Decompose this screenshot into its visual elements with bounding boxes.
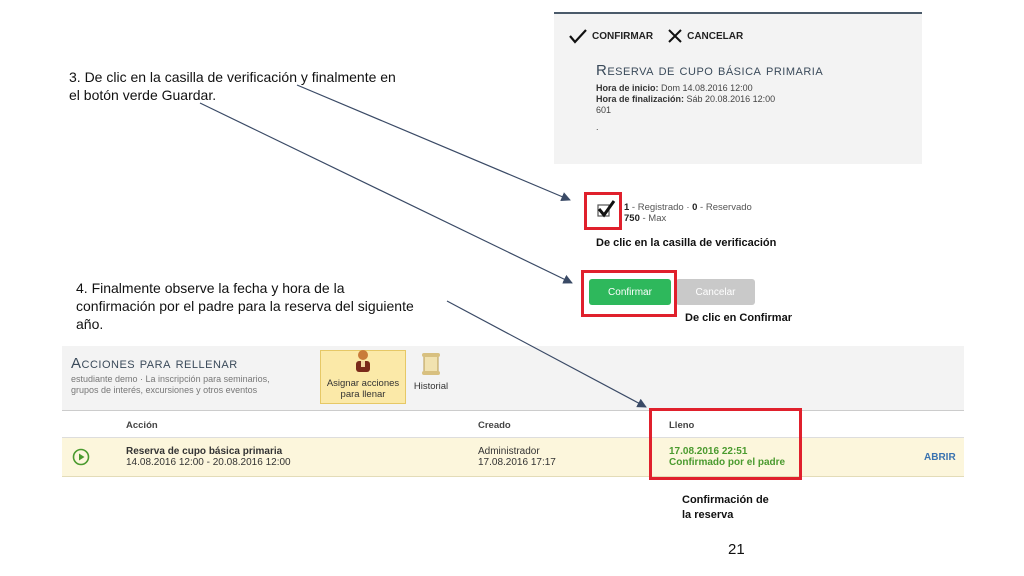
assign-actions-button[interactable]: Asignar acciones para llenar — [320, 350, 406, 404]
table-row[interactable]: Reserva de cupo básica primaria 14.08.20… — [62, 438, 964, 477]
max-count: 750 — [624, 213, 640, 224]
step-4-instruction: 4. Finalmente observe la fecha y hora de… — [76, 279, 414, 333]
reserved-label: - Reservado — [697, 202, 752, 213]
actions-subtitle-2: grupos de interés, excursiones y otros e… — [71, 385, 258, 395]
actions-subtitle-1: estudiante demo · La inscripción para se… — [71, 374, 270, 384]
assign-label-1: Asignar acciones — [326, 378, 400, 389]
actions-subtitle: estudiante demo · La inscripción para se… — [71, 374, 270, 396]
step-4-line-1: 4. Finalmente observe la fecha y hora de… — [76, 280, 345, 296]
arrow-to-confirm — [199, 102, 573, 284]
close-icon — [667, 28, 683, 44]
step-3-line-1: 3. De clic en la casilla de verificación… — [69, 69, 396, 85]
registered-label: - Registrado · — [629, 202, 693, 213]
play-circle-icon[interactable] — [72, 448, 90, 471]
confirm-toolbar-label: CONFIRMAR — [592, 30, 654, 42]
created-cell: Administrador 17.08.2016 17:17 — [478, 446, 556, 468]
reservation-code: 601 — [596, 105, 612, 115]
table-header: Acción Creado Lleno — [62, 410, 964, 438]
start-label: Hora de inicio: — [596, 83, 659, 93]
person-assign-icon — [352, 349, 374, 378]
header-created: Creado — [478, 420, 511, 431]
actions-title: Acciones para rellenar — [71, 355, 238, 372]
page-number: 21 — [728, 541, 745, 558]
confirm-highlight — [581, 270, 677, 317]
confirmation-caption: Confirmación de la reserva — [682, 493, 769, 523]
step-3-instruction: 3. De clic en la casilla de verificación… — [69, 68, 396, 104]
end-label: Hora de finalización: — [596, 94, 685, 104]
action-cell: Reserva de cupo básica primaria 14.08.20… — [126, 446, 291, 468]
step-4-line-3: año. — [76, 316, 104, 332]
cancel-toolbar-button[interactable]: CANCELAR — [667, 28, 743, 44]
checkbox-checked-icon — [596, 200, 616, 223]
max-label: - Max — [639, 213, 667, 224]
header-action: Acción — [126, 420, 158, 431]
end-value: Sáb 20.08.2016 12:00 — [686, 94, 776, 104]
history-button[interactable]: Historial — [410, 352, 452, 396]
registration-counts: 1 - Registrado · 0 - Reservado 750 - Max — [624, 202, 752, 224]
confirm-toolbar-button[interactable]: CONFIRMAR — [568, 28, 653, 44]
filled-highlight — [649, 408, 802, 480]
assign-label-2: para llenar — [340, 389, 386, 400]
step-4-line-2: confirmación por el padre para la reserv… — [76, 298, 414, 314]
confirm-caption: De clic en Confirmar — [685, 312, 792, 324]
dialog-meta: Hora de inicio: Dom 14.08.2016 12:00 Hor… — [596, 83, 775, 133]
history-label: Historial — [413, 381, 449, 392]
step-3-line-2: el botón verde Guardar. — [69, 87, 217, 103]
check-icon — [568, 28, 588, 44]
action-title: Reserva de cupo básica primaria — [126, 446, 283, 457]
scroll-history-icon — [420, 352, 442, 381]
cancel-button[interactable]: Cancelar — [676, 279, 755, 305]
checkbox-caption: De clic en la casilla de verificación — [596, 237, 777, 249]
start-value: Dom 14.08.2016 12:00 — [661, 83, 753, 93]
cancel-toolbar-label: CANCELAR — [687, 30, 744, 42]
dialog-title: Reserva de cupo básica primaria — [596, 62, 824, 79]
confirmation-caption-1: Confirmación de — [682, 494, 769, 506]
actions-panel: Acciones para rellenar estudiante demo ·… — [62, 346, 964, 410]
action-dates: 14.08.2016 12:00 - 20.08.2016 12:00 — [126, 457, 291, 468]
created-by: Administrador — [478, 446, 540, 457]
reservation-dialog: CONFIRMAR CANCELAR Reserva de cupo básic… — [554, 12, 922, 164]
checkbox[interactable] — [596, 199, 616, 224]
open-link[interactable]: ABRIR — [924, 452, 956, 463]
dialog-dot: . — [596, 122, 599, 132]
confirmation-caption-2: la reserva — [682, 509, 734, 521]
created-at: 17.08.2016 17:17 — [478, 457, 556, 468]
